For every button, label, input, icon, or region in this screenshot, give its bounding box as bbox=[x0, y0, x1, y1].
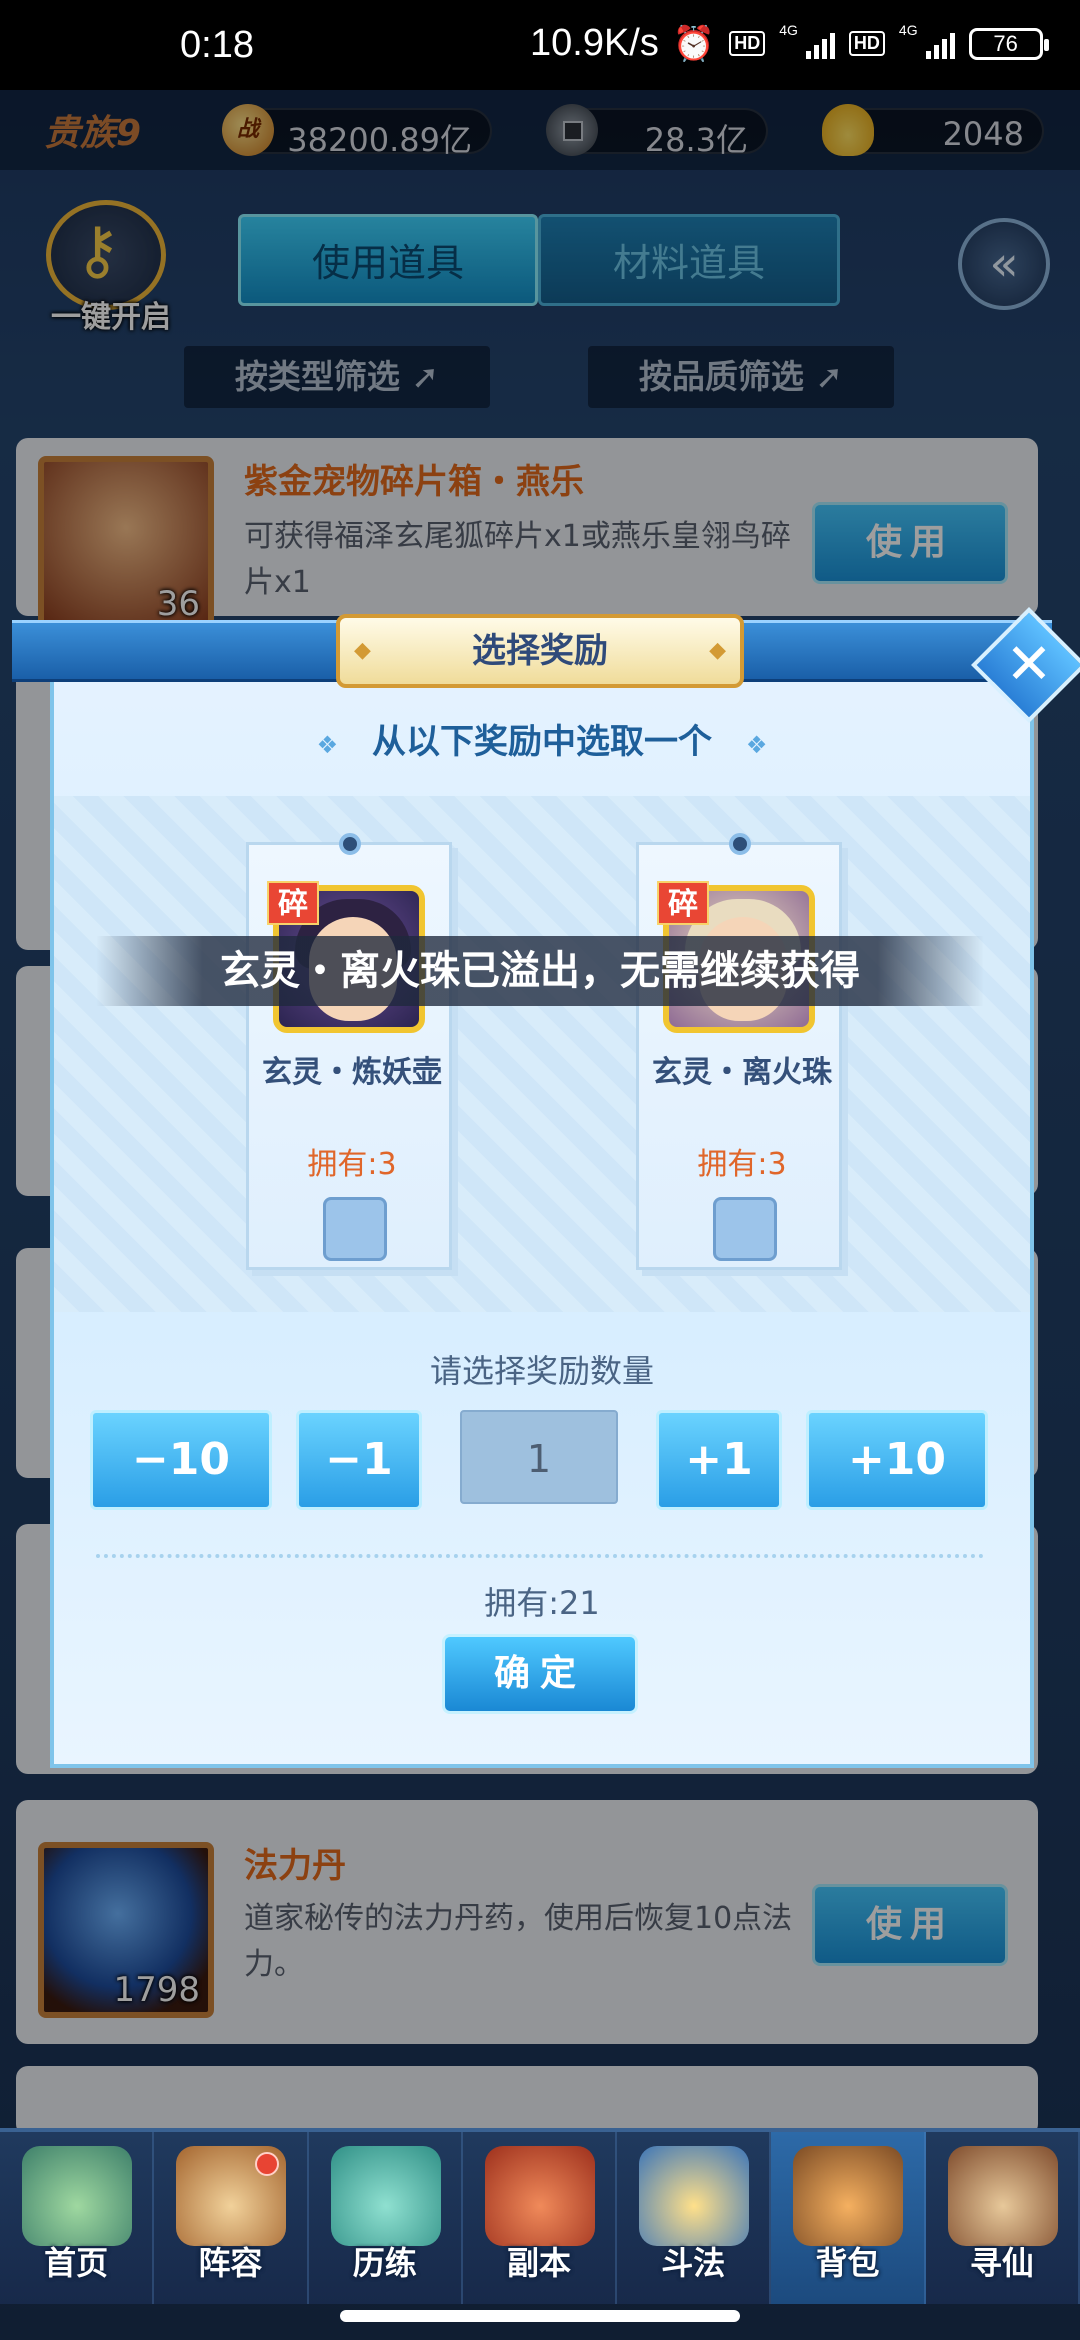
seek-immortal-icon bbox=[947, 2146, 1058, 2246]
pin-icon bbox=[729, 833, 751, 855]
hd-badge-2: HD bbox=[848, 31, 885, 56]
diamond-deco-icon: ❖ bbox=[745, 731, 768, 759]
hd-badge-1: HD bbox=[729, 31, 766, 56]
nav-label: 寻仙 bbox=[969, 2244, 1034, 2282]
backpack-icon bbox=[793, 2146, 904, 2246]
nav-lineup[interactable]: 阵容 bbox=[154, 2132, 309, 2304]
dialog-title: 选择奖励 bbox=[336, 614, 744, 688]
status-bar: 0:18 10.9K/s ⏰ HD 4G HD 4G 76 bbox=[0, 0, 1080, 90]
plus-10-button[interactable]: +10 bbox=[806, 1410, 988, 1510]
status-icons: 10.9K/s ⏰ HD 4G HD 4G 76 bbox=[530, 21, 1049, 65]
nav-training[interactable]: 历练 bbox=[309, 2132, 463, 2304]
close-icon[interactable]: ✕ bbox=[988, 624, 1070, 706]
reward-name: 玄灵・炼妖壶 bbox=[262, 1055, 442, 1090]
alarm-icon: ⏰ bbox=[672, 24, 716, 63]
reward-checkbox[interactable] bbox=[713, 1197, 777, 1261]
nav-home[interactable]: 首页 bbox=[0, 2132, 155, 2304]
network-type-2: 4G bbox=[898, 21, 918, 38]
reward-card[interactable]: 碎 玄灵・炼妖壶 拥有:3 bbox=[246, 833, 452, 1270]
bottom-nav: 首页 阵容 历练 副本 斗法 背包 寻仙 bbox=[0, 2128, 1080, 2304]
dungeon-icon bbox=[484, 2146, 595, 2246]
home-indicator[interactable] bbox=[340, 2310, 740, 2322]
battery-icon: 76 bbox=[968, 27, 1049, 60]
nav-backpack[interactable]: 背包 bbox=[771, 2132, 926, 2304]
minus-10-button[interactable]: −10 bbox=[90, 1410, 272, 1510]
network-speed: 10.9K/s bbox=[530, 22, 659, 64]
notification-badge bbox=[254, 2152, 279, 2176]
plus-1-button[interactable]: +1 bbox=[656, 1410, 782, 1510]
training-icon bbox=[330, 2146, 441, 2246]
nav-label: 历练 bbox=[352, 2244, 417, 2282]
signal-icon-2 bbox=[925, 29, 955, 59]
subtitle-text: 从以下奖励中选取一个 bbox=[372, 722, 712, 762]
reward-card[interactable]: 碎 玄灵・离火珠 拥有:3 bbox=[636, 833, 842, 1270]
confirm-button[interactable]: 确定 bbox=[442, 1634, 638, 1714]
nav-seek-immortal[interactable]: 寻仙 bbox=[926, 2132, 1080, 2304]
nav-label: 副本 bbox=[506, 2244, 571, 2282]
reward-owned: 拥有:3 bbox=[307, 1147, 397, 1182]
quantity-input[interactable]: 1 bbox=[460, 1410, 618, 1504]
reward-owned: 拥有:3 bbox=[697, 1147, 787, 1182]
home-icon bbox=[22, 2146, 132, 2246]
nav-label: 背包 bbox=[815, 2244, 880, 2282]
diamond-deco-icon: ❖ bbox=[316, 731, 339, 759]
shard-badge: 碎 bbox=[657, 881, 709, 925]
reward-panel bbox=[54, 796, 1030, 1312]
nav-label: 阵容 bbox=[198, 2244, 263, 2282]
dotted-divider bbox=[96, 1554, 984, 1558]
duel-icon bbox=[639, 2146, 750, 2246]
minus-1-button[interactable]: −1 bbox=[296, 1410, 422, 1510]
reward-name: 玄灵・离火珠 bbox=[652, 1055, 832, 1090]
signal-icon-1 bbox=[805, 29, 835, 59]
overflow-toast: 玄灵・离火珠已溢出，无需继续获得 bbox=[96, 936, 984, 1006]
shard-badge: 碎 bbox=[267, 881, 319, 925]
nav-label: 首页 bbox=[44, 2244, 109, 2282]
dialog-subtitle: ❖ 从以下奖励中选取一个 ❖ bbox=[50, 714, 1034, 763]
owned-total: 拥有:21 bbox=[484, 1584, 600, 1622]
quantity-label: 请选择奖励数量 bbox=[429, 1352, 654, 1390]
status-time: 0:18 bbox=[180, 24, 254, 66]
nav-dungeon[interactable]: 副本 bbox=[463, 2132, 618, 2304]
nav-duel[interactable]: 斗法 bbox=[617, 2132, 772, 2304]
nav-label: 斗法 bbox=[661, 2244, 726, 2282]
network-type-1: 4G bbox=[779, 21, 798, 38]
reward-checkbox[interactable] bbox=[323, 1197, 387, 1261]
pin-icon bbox=[339, 833, 361, 855]
